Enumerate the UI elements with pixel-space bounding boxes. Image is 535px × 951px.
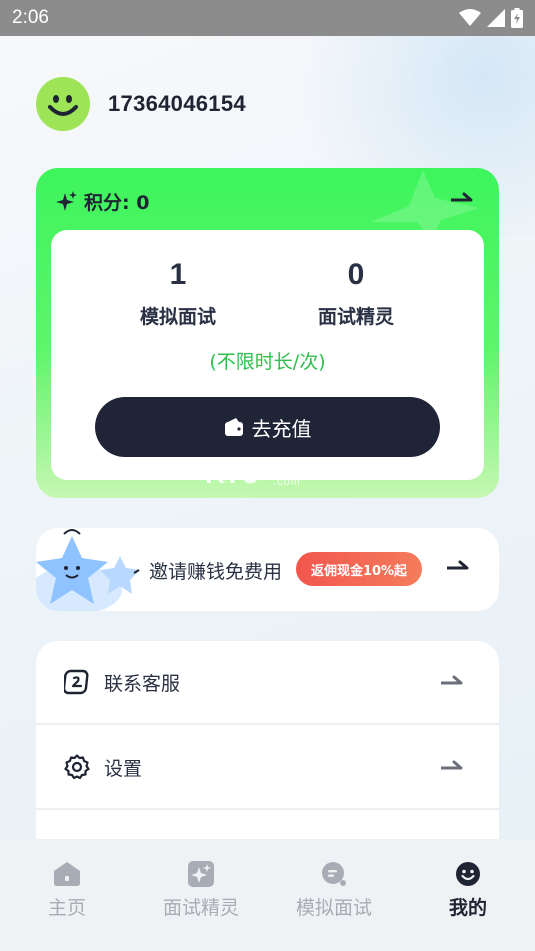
unlimited-note: (不限时长/次) bbox=[209, 351, 326, 373]
watermark-domain: .com bbox=[273, 476, 301, 488]
bottom-tab-bar: 主页 面试精灵 模拟面试 我的 bbox=[0, 839, 535, 951]
arrow-right-icon bbox=[441, 760, 463, 770]
tab-interview-genie[interactable]: 面试精灵 bbox=[134, 861, 268, 920]
status-icons bbox=[459, 8, 523, 28]
invite-banner[interactable]: 邀请赚钱免费用 返佣现金10%起 bbox=[36, 528, 499, 611]
points-card: 积分: 0 1 模拟面试 0 面试精灵 (不限时长/次) 去充值 bbox=[36, 168, 499, 498]
stats-panel: 1 模拟面试 0 面试精灵 (不限时长/次) 去充值 bbox=[51, 230, 484, 480]
tab-label: 面试精灵 bbox=[162, 897, 239, 919]
customer-service-icon bbox=[64, 669, 89, 695]
stat-label: 模拟面试 bbox=[139, 306, 216, 328]
avatar[interactable] bbox=[36, 77, 90, 131]
tab-mock-interview[interactable]: 模拟面试 bbox=[267, 861, 401, 920]
sparkle-icon bbox=[188, 861, 214, 887]
arrow-right-icon bbox=[441, 675, 463, 685]
arrow-right-icon[interactable] bbox=[447, 560, 469, 574]
settings-menu: 联系客服 设置 bbox=[36, 641, 499, 839]
chat-icon bbox=[322, 862, 346, 886]
stat-label: 面试精灵 bbox=[317, 306, 394, 328]
status-time: 2:06 bbox=[12, 7, 49, 28]
arrow-right-icon[interactable] bbox=[451, 192, 473, 206]
tab-label: 主页 bbox=[47, 897, 86, 919]
smiley-icon bbox=[456, 862, 480, 886]
tab-label: 模拟面试 bbox=[295, 897, 372, 919]
wallet-icon bbox=[224, 418, 243, 436]
recharge-label: 去充值 bbox=[251, 416, 312, 441]
stat-value: 0 bbox=[347, 258, 365, 291]
watermark-brand: K73 bbox=[205, 458, 260, 489]
star-mascot-icon bbox=[36, 529, 140, 611]
watermark-cn: 游戏之家 bbox=[273, 463, 321, 475]
tab-home[interactable]: 主页 bbox=[0, 861, 134, 920]
tab-label: 我的 bbox=[448, 897, 487, 919]
menu-label: 设置 bbox=[104, 757, 143, 780]
wifi-icon bbox=[459, 9, 481, 26]
status-bar: 2:06 bbox=[0, 0, 535, 36]
battery-charging-icon bbox=[511, 8, 523, 28]
stat-interview-genie[interactable]: 0 面试精灵 bbox=[276, 258, 436, 329]
points-label: 积分: 0 bbox=[84, 192, 150, 214]
sparkle-icon bbox=[56, 190, 77, 211]
user-phone: 17364046154 bbox=[108, 91, 246, 116]
gear-icon bbox=[64, 754, 90, 780]
smiley-avatar-icon bbox=[48, 95, 78, 116]
home-icon bbox=[54, 862, 80, 886]
recharge-button[interactable]: 去充值 bbox=[95, 397, 440, 457]
tab-mine[interactable]: 我的 bbox=[401, 861, 535, 920]
menu-item-settings[interactable]: 设置 bbox=[36, 726, 499, 810]
signal-icon bbox=[487, 9, 505, 27]
stat-mock-interview[interactable]: 1 模拟面试 bbox=[98, 258, 258, 329]
menu-item-customer-service[interactable]: 联系客服 bbox=[36, 641, 499, 725]
menu-label: 联系客服 bbox=[104, 672, 181, 695]
stat-value: 1 bbox=[169, 258, 187, 291]
commission-badge: 返佣现金10%起 bbox=[296, 552, 422, 586]
points-header[interactable]: 积分: 0 bbox=[56, 188, 149, 215]
watermark-logo: K73 游戏之家 .com bbox=[205, 458, 320, 490]
profile-header[interactable]: 17364046154 bbox=[36, 77, 246, 131]
invite-text: 邀请赚钱免费用 bbox=[149, 561, 283, 583]
